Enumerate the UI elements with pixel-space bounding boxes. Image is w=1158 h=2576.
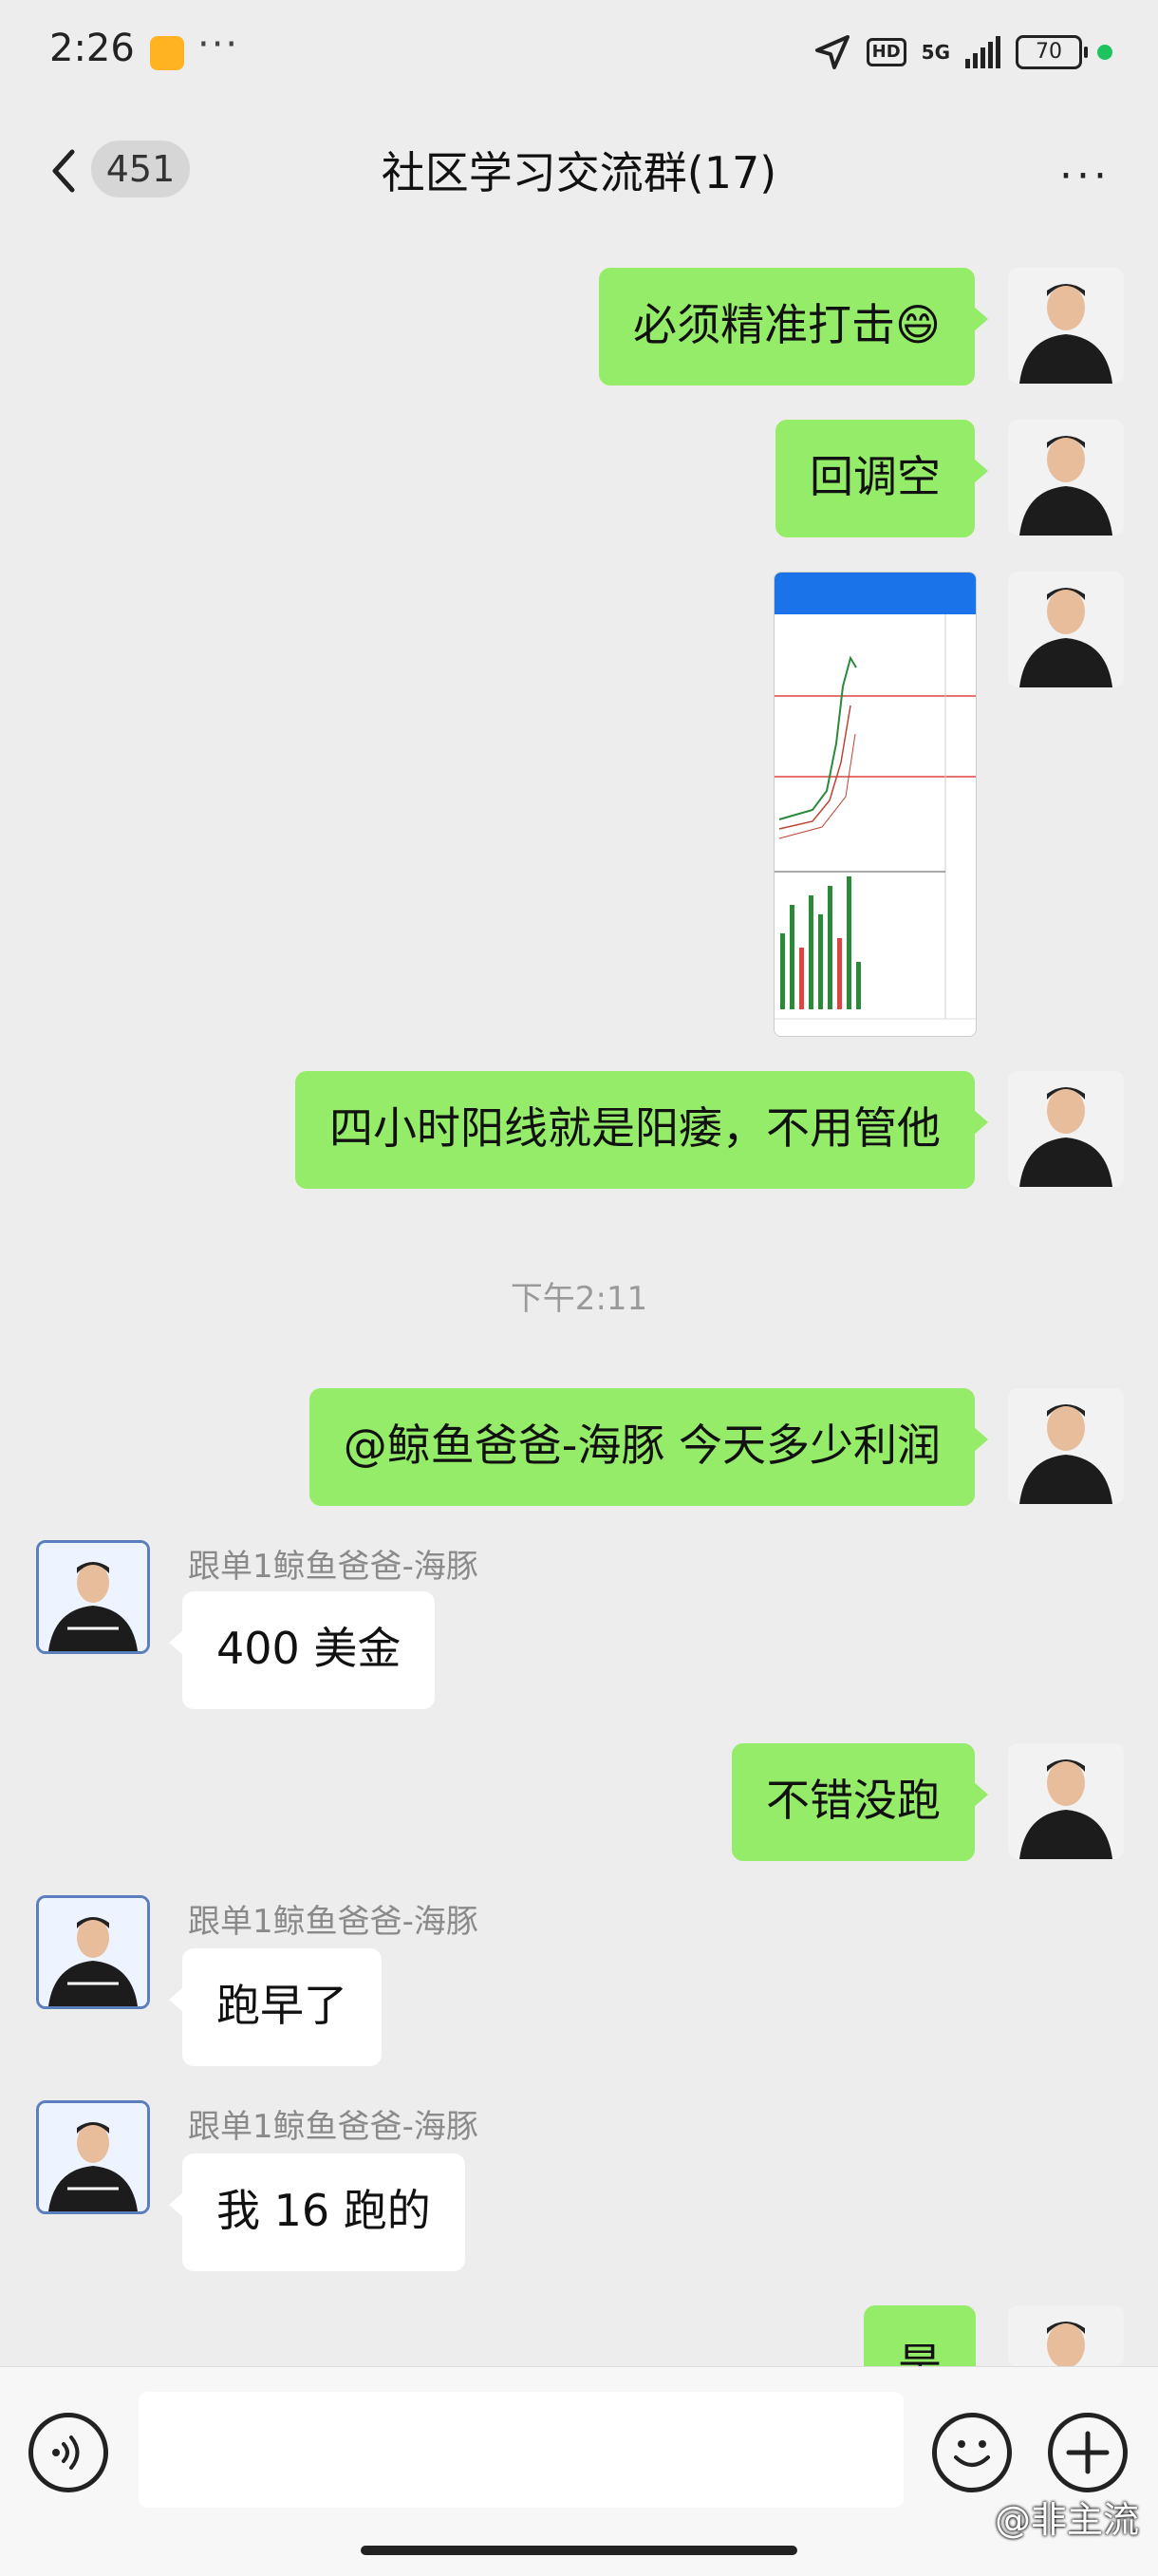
signal-icon	[965, 36, 1000, 68]
avatar[interactable]	[1008, 572, 1124, 687]
avatar[interactable]	[1008, 2305, 1124, 2366]
message-bubble[interactable]: 四小时阳线就是阳痿，不用管他	[295, 1071, 988, 1189]
status-time: 2:26	[49, 27, 135, 70]
location-icon	[814, 35, 850, 69]
avatar[interactable]	[1008, 1071, 1124, 1187]
more-options-icon[interactable]: ···	[1059, 152, 1111, 200]
message-bubble[interactable]: 不错没跑	[732, 1743, 988, 1861]
avatar[interactable]	[36, 2100, 150, 2214]
more-notifications-icon: ···	[197, 23, 240, 66]
network-label: 5G	[921, 41, 950, 64]
sender-name: 跟单1鲸鱼爸爸-海豚	[188, 1548, 478, 1586]
home-indicator[interactable]	[361, 2546, 797, 2555]
time-divider: 下午2:11	[510, 1280, 648, 1318]
avatar[interactable]	[1008, 1743, 1124, 1859]
notification-icon	[150, 36, 184, 70]
avatar[interactable]	[1008, 268, 1124, 384]
message-input[interactable]	[139, 2392, 904, 2508]
message-bubble[interactable]: 是	[864, 2305, 976, 2366]
voice-input-icon[interactable]	[28, 2413, 108, 2492]
avatar[interactable]	[36, 1540, 150, 1654]
chart-screenshot-image[interactable]	[774, 572, 977, 1037]
message-bubble[interactable]: @鲸鱼爸爸-海豚 今天多少利润	[308, 1388, 989, 1506]
avatar[interactable]	[1008, 420, 1124, 536]
privacy-dot-icon	[1097, 45, 1112, 60]
message-bubble[interactable]: 必须精准打击😄	[599, 268, 988, 385]
emoji-icon[interactable]	[932, 2413, 1012, 2492]
message-bubble[interactable]: 跑早了	[169, 1948, 382, 2066]
avatar[interactable]	[36, 1895, 150, 2009]
input-bar: @非主流	[0, 2366, 1158, 2576]
plus-icon[interactable]	[1048, 2413, 1128, 2492]
chat-header: 451 社区学习交流群(17) ···	[0, 104, 1158, 237]
hd-icon: HD	[866, 38, 906, 66]
message-bubble[interactable]: 回调空	[775, 420, 988, 537]
watermark: @非主流	[994, 2499, 1139, 2541]
sender-name: 跟单1鲸鱼爸爸-海豚	[188, 2108, 478, 2146]
sender-name: 跟单1鲸鱼爸爸-海豚	[188, 1903, 478, 1941]
partial-bubble-clip: 是	[854, 2305, 976, 2366]
chat-title: 社区学习交流群(17)	[381, 147, 777, 198]
status-bar: 2:26 ··· HD 5G 70	[0, 0, 1158, 104]
message-bubble[interactable]: 400 美金	[168, 1591, 436, 1709]
battery-icon: 70	[1016, 35, 1088, 69]
message-bubble[interactable]: 我 16 跑的	[169, 2153, 465, 2271]
avatar[interactable]	[1008, 1388, 1124, 1504]
